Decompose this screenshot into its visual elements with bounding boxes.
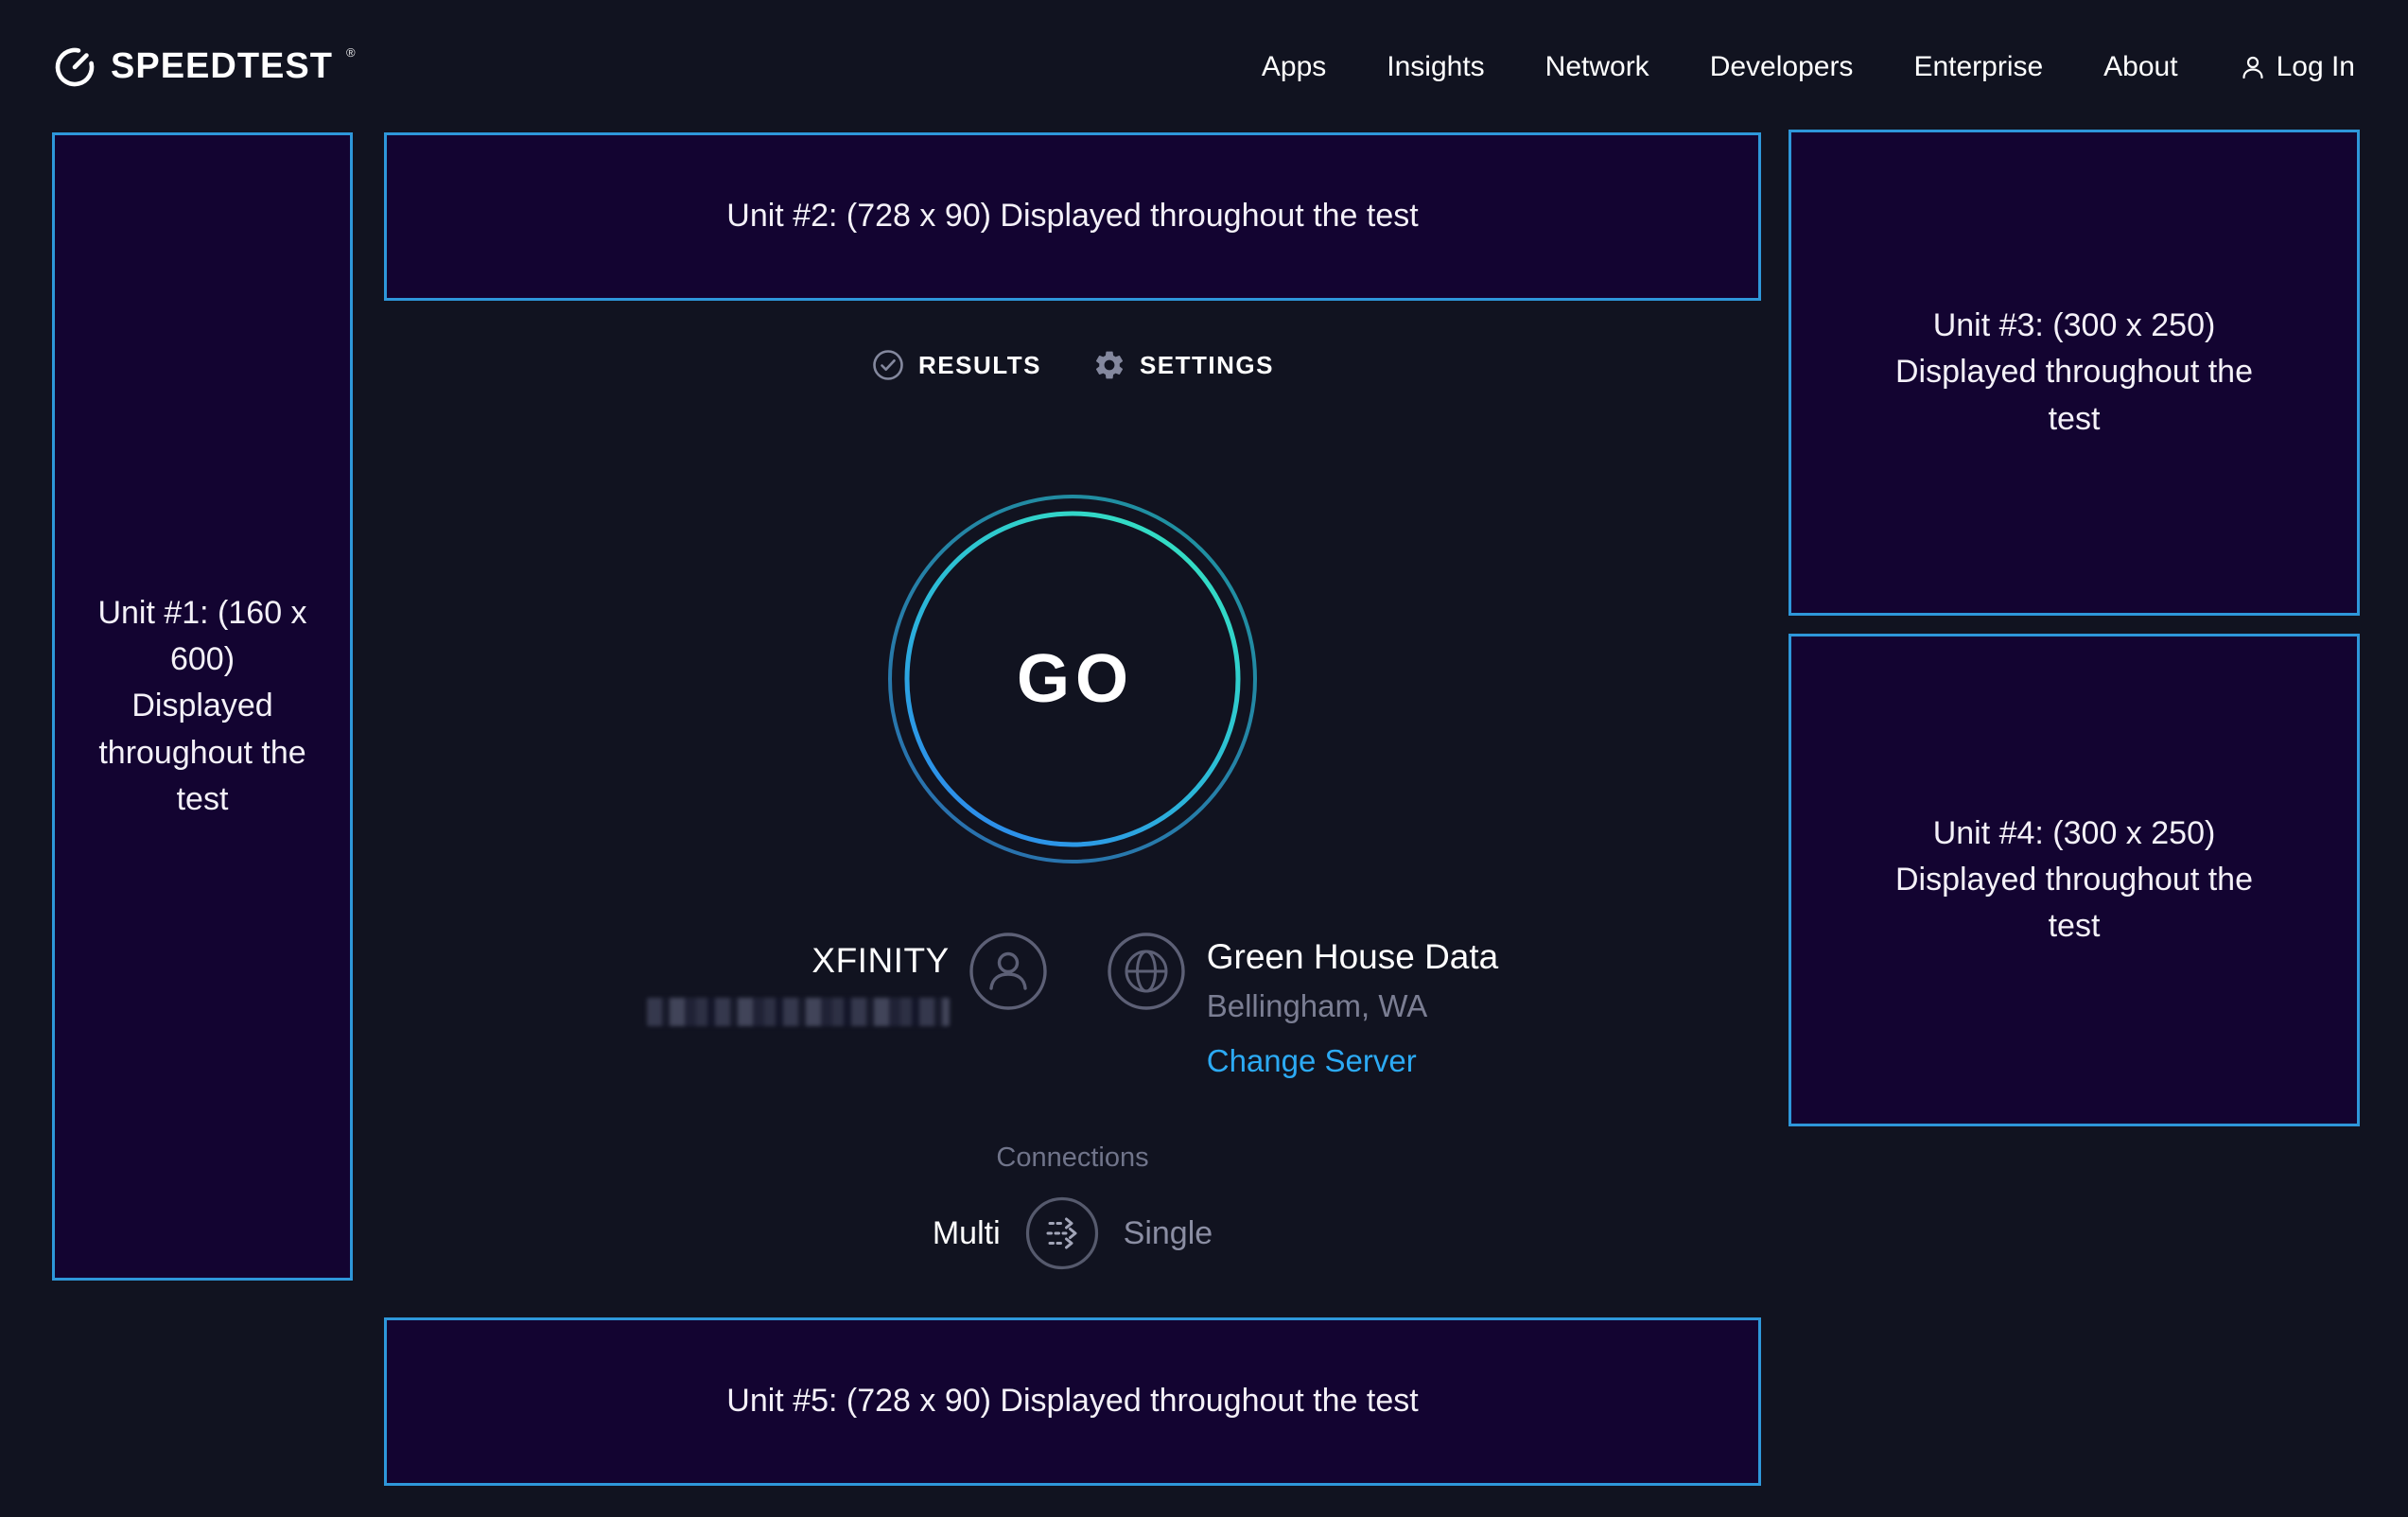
user-circle-icon [968,932,1048,1011]
isp-block: XFINITY [647,941,950,1026]
check-circle-icon [871,348,905,382]
speedtest-gauge-icon [52,44,97,90]
ad-unit-4-text: Unit #4: (300 x 250) Displayed throughou… [1866,811,2282,950]
ad-unit-2-text: Unit #2: (728 x 90) Displayed throughout… [726,193,1418,239]
login-label: Log In [2277,51,2355,83]
person-icon [2239,53,2267,81]
globe-icon [1107,932,1186,1011]
nav-item-insights[interactable]: Insights [1387,51,1484,83]
ad-unit-3[interactable]: Unit #3: (300 x 250) Displayed throughou… [1789,130,2360,616]
main-nav: Apps Insights Network Developers Enterpr… [1262,51,2355,83]
ad-unit-5-text: Unit #5: (728 x 90) Displayed throughout… [726,1378,1418,1424]
ad-unit-1-text: Unit #1: (160 x 600) Displayed throughou… [96,590,309,823]
logo[interactable]: SPEEDTEST ® [52,44,356,90]
nav-item-network[interactable]: Network [1545,51,1649,83]
isp-name: XFINITY [647,941,950,981]
gear-icon [1092,348,1126,382]
speedtest-page: SPEEDTEST ® Apps Insights Network Develo… [0,0,2408,1517]
connections-toggle: Connections Multi [384,1142,1761,1270]
brand-name: SPEEDTEST [111,44,333,88]
nav-item-about[interactable]: About [2103,51,2177,83]
connections-label: Connections [384,1142,1761,1174]
multi-connection-toggle[interactable] [1025,1196,1099,1270]
tab-settings-label: SETTINGS [1140,351,1274,380]
ad-unit-1[interactable]: Unit #1: (160 x 600) Displayed throughou… [52,132,353,1281]
connection-info: XFINITY Green House Data Bellingham, WA … [384,932,1761,1079]
trademark-mark: ® [346,48,356,58]
go-button[interactable]: GO [887,494,1258,864]
nav-item-apps[interactable]: Apps [1262,51,1326,83]
nav-item-login[interactable]: Log In [2239,51,2355,83]
connections-option-multi[interactable]: Multi [933,1215,1001,1252]
nav-item-enterprise[interactable]: Enterprise [1913,51,2043,83]
tab-settings[interactable]: SETTINGS [1092,348,1274,382]
go-label: GO [887,494,1258,864]
server-block: Green House Data Bellingham, WA Change S… [1207,937,1499,1079]
nav-item-developers[interactable]: Developers [1710,51,1854,83]
server-location: Bellingham, WA [1207,988,1499,1024]
connections-option-single[interactable]: Single [1124,1215,1213,1252]
header: SPEEDTEST ® Apps Insights Network Develo… [0,0,2408,134]
ad-unit-3-text: Unit #3: (300 x 250) Displayed throughou… [1866,303,2282,443]
change-server-link[interactable]: Change Server [1207,1043,1417,1079]
tabs: RESULTS SETTINGS [384,348,1761,382]
ip-address-redacted [647,998,950,1026]
multi-arrows-icon [1025,1196,1099,1270]
connections-row: Multi Singl [384,1196,1761,1270]
ad-unit-2[interactable]: Unit #2: (728 x 90) Displayed throughout… [384,132,1761,301]
ad-unit-4[interactable]: Unit #4: (300 x 250) Displayed throughou… [1789,634,2360,1126]
tab-results-label: RESULTS [918,351,1041,380]
ad-unit-5[interactable]: Unit #5: (728 x 90) Displayed throughout… [384,1317,1761,1486]
server-name: Green House Data [1207,937,1499,977]
tab-results[interactable]: RESULTS [871,348,1041,382]
